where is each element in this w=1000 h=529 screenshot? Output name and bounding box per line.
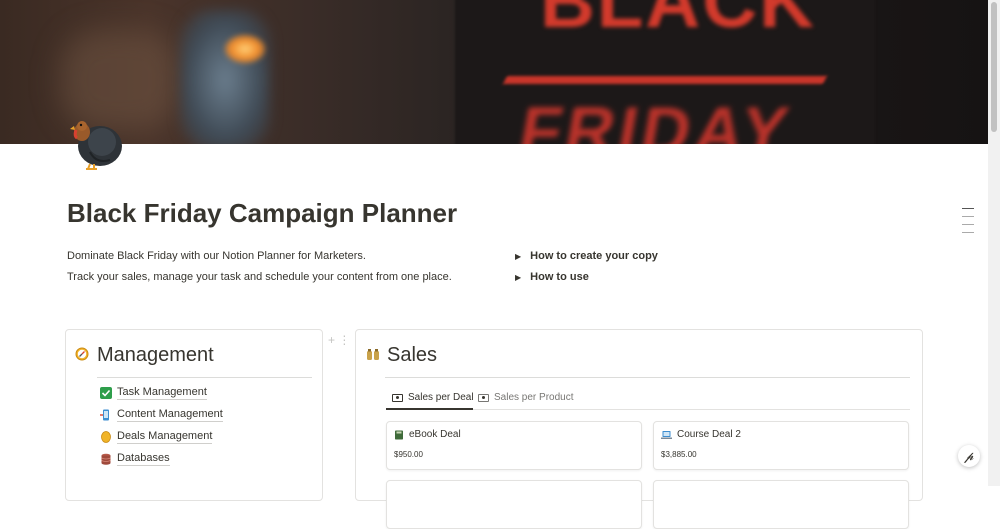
help-button[interactable]: 𝓹 — [958, 445, 980, 467]
page-title: Black Friday Campaign Planner — [67, 198, 458, 228]
link-deals-management[interactable]: Deals Management — [100, 430, 213, 444]
tab-sales-per-deal[interactable]: Sales per Deal — [392, 392, 474, 403]
cover-text-top: BLACK — [540, 0, 816, 44]
phone-icon — [100, 409, 112, 421]
add-block-icon[interactable]: + — [328, 333, 335, 347]
checkbox-icon — [100, 387, 112, 399]
deal-card[interactable]: eBook Deal $950.00 — [386, 421, 642, 470]
description-line-2: Track your sales, manage your task and s… — [67, 271, 452, 283]
notion-ai-icon: 𝓹 — [964, 448, 974, 463]
deal-card[interactable] — [386, 480, 642, 529]
toggle-label: How to create your copy — [530, 250, 658, 262]
cover-image: BLACK FRIDAY — [0, 0, 988, 144]
table-of-contents-indicator[interactable] — [962, 208, 974, 240]
laptop-icon — [661, 430, 672, 439]
coin-icon — [100, 431, 112, 443]
deal-price: $950.00 — [394, 450, 423, 459]
scrollbar[interactable] — [988, 0, 1000, 486]
deal-price: $3,885.00 — [661, 450, 697, 459]
divider — [97, 377, 312, 378]
link-label: Deals Management — [117, 430, 213, 444]
cover-text-bottom: FRIDAY — [513, 93, 798, 144]
deal-name: Course Deal 2 — [677, 429, 741, 440]
toggle-triangle-icon[interactable]: ▶ — [515, 252, 521, 261]
link-label: Content Management — [117, 408, 223, 422]
link-label: Databases — [117, 452, 170, 466]
active-tab-indicator — [386, 408, 473, 410]
toggle-how-to-create-copy[interactable]: ▶ How to create your copy — [515, 250, 658, 262]
link-label: Task Management — [117, 386, 207, 400]
deal-card[interactable]: Course Deal 2 $3,885.00 — [653, 421, 909, 470]
tab-sales-per-product[interactable]: Sales per Product — [478, 392, 574, 403]
sales-heading: Sales — [387, 344, 438, 366]
divider — [385, 377, 910, 378]
book-icon — [395, 430, 403, 439]
deal-name: eBook Deal — [409, 429, 461, 440]
toggle-triangle-icon[interactable]: ▶ — [515, 273, 521, 282]
toggle-how-to-use[interactable]: ▶ How to use — [515, 271, 589, 283]
tab-label: Sales per Product — [494, 392, 574, 403]
toggle-label: How to use — [530, 271, 589, 283]
tab-label: Sales per Deal — [408, 392, 474, 403]
link-content-management[interactable]: Content Management — [100, 408, 223, 422]
deal-card[interactable] — [653, 480, 909, 529]
database-icon — [100, 453, 112, 465]
turkey-icon[interactable] — [66, 112, 126, 172]
scrollbar-thumb[interactable] — [991, 2, 997, 132]
description-line-1: Dominate Black Friday with our Notion Pl… — [67, 250, 366, 262]
money-icon — [392, 393, 403, 402]
sales-card — [355, 329, 923, 501]
link-task-management[interactable]: Task Management — [100, 386, 207, 400]
link-databases[interactable]: Databases — [100, 452, 170, 466]
compass-icon — [75, 347, 89, 361]
money-icon — [478, 393, 489, 402]
money-bag-icon — [367, 349, 379, 360]
management-heading: Management — [97, 344, 214, 366]
